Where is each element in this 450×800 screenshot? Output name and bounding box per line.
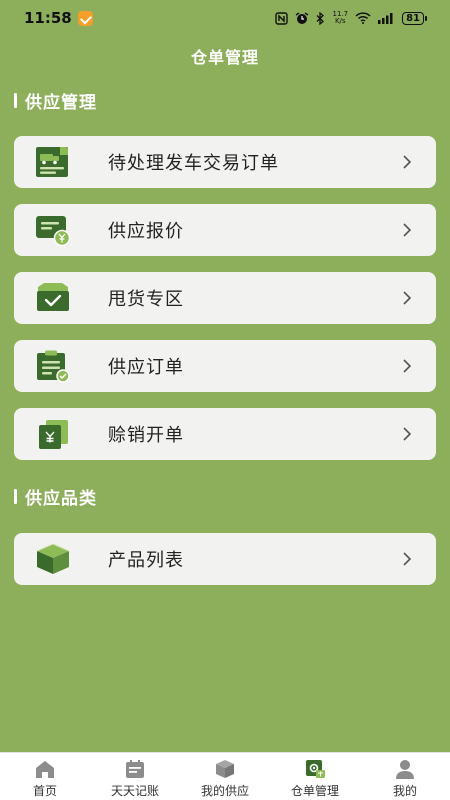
section-title-label: 供应管理 xyxy=(25,93,97,113)
menu-item-label: 供应报价 xyxy=(108,221,184,242)
tab-label: 天天记账 xyxy=(110,784,159,798)
user-icon xyxy=(394,759,416,779)
chevron-right-icon xyxy=(398,289,416,307)
status-bar: 11:58 11.7 K/s 81 xyxy=(0,0,450,36)
chevron-right-icon xyxy=(398,221,416,239)
tab-profile[interactable]: 我的 xyxy=(360,753,450,800)
chevron-right-icon xyxy=(398,153,416,171)
status-left: 11:58 xyxy=(24,9,93,27)
warehouse-supply-icon xyxy=(304,759,326,779)
section-title-supply-categories: 供应品类 xyxy=(14,484,97,509)
section-title-supply-management: 供应管理 xyxy=(14,88,97,113)
truck-document-icon xyxy=(34,143,72,181)
section-title-label: 供应品类 xyxy=(25,489,97,509)
menu-item-label: 甩货专区 xyxy=(108,289,184,310)
network-speed-unit: K/s xyxy=(334,17,346,25)
nfc-icon xyxy=(275,11,289,25)
network-speed: 11.7 K/s xyxy=(332,11,348,25)
menu-item-supply-quote[interactable]: 供应报价 xyxy=(14,204,436,256)
status-right: 11.7 K/s 81 xyxy=(275,11,427,25)
package-box-icon xyxy=(34,540,72,578)
calendar-icon xyxy=(124,759,146,779)
bluetooth-icon xyxy=(316,11,325,25)
tab-my-supply[interactable]: 我的供应 xyxy=(180,753,270,800)
chevron-right-icon xyxy=(398,550,416,568)
tab-daily-bookkeeping[interactable]: 天天记账 xyxy=(90,753,180,800)
section-bar xyxy=(14,93,17,108)
status-time: 11:58 xyxy=(24,9,72,27)
chevron-right-icon xyxy=(398,357,416,375)
alarm-icon xyxy=(295,11,309,25)
menu-item-pending-dispatch-orders[interactable]: 待处理发车交易订单 xyxy=(14,136,436,188)
notification-badge-icon xyxy=(77,10,93,26)
tab-label: 我的供应 xyxy=(200,784,249,798)
menu-item-clearance-zone[interactable]: 甩货专区 xyxy=(14,272,436,324)
menu-item-label: 赊销开单 xyxy=(108,425,184,446)
chevron-right-icon xyxy=(398,425,416,443)
menu-item-label: 产品列表 xyxy=(108,550,184,571)
yen-cards-icon xyxy=(34,415,72,453)
tab-label: 首页 xyxy=(32,784,57,798)
menu-item-product-list[interactable]: 产品列表 xyxy=(14,533,436,585)
tab-label: 我的 xyxy=(392,784,417,798)
tab-label: 仓单管理 xyxy=(290,784,339,798)
order-clipboard-icon xyxy=(34,347,72,385)
menu-item-supply-orders[interactable]: 供应订单 xyxy=(14,340,436,392)
battery-indicator: 81 xyxy=(402,11,427,25)
box-check-icon xyxy=(34,279,72,317)
menu-item-label: 待处理发车交易订单 xyxy=(108,153,279,174)
signal-icon xyxy=(378,12,395,24)
quote-yen-icon xyxy=(34,211,72,249)
box-icon xyxy=(214,759,236,779)
home-icon xyxy=(34,759,56,779)
wifi-icon xyxy=(355,12,371,24)
bottom-tab-bar: 首页 天天记账 我的供应 仓单管理 我的 xyxy=(0,752,450,800)
section-bar xyxy=(14,489,17,504)
tab-warehouse-management[interactable]: 仓单管理 xyxy=(270,753,360,800)
page-title: 仓单管理 xyxy=(190,48,259,67)
tab-home[interactable]: 首页 xyxy=(0,753,90,800)
menu-item-label: 供应订单 xyxy=(108,357,184,378)
menu-item-credit-billing[interactable]: 赊销开单 xyxy=(14,408,436,460)
